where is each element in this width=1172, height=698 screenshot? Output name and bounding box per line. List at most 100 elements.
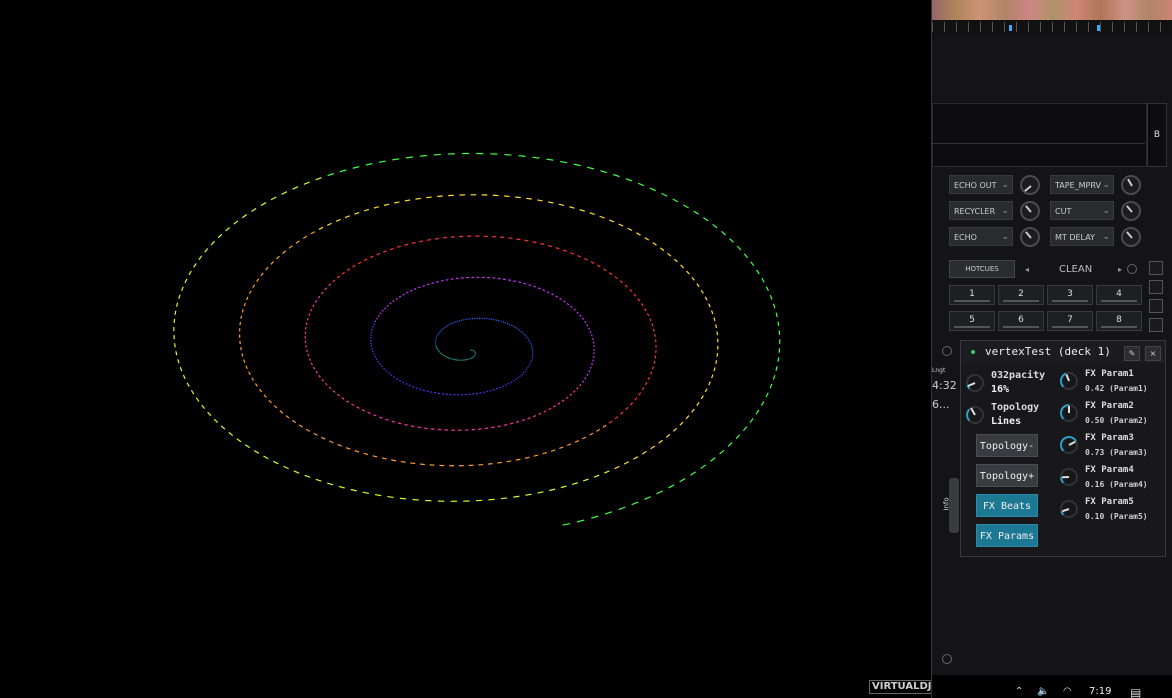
spiral-segment [620, 411, 624, 415]
waveform-overview[interactable] [932, 0, 1172, 36]
fx-param2-knob[interactable] [1059, 403, 1079, 423]
fx-knob[interactable] [1121, 201, 1141, 221]
spiral-segment [760, 401, 765, 407]
fx-slot-label: CUT [1055, 207, 1072, 216]
fx-slot-right-2[interactable]: CUT ⌄ [1050, 201, 1114, 220]
spiral-segment [582, 436, 587, 440]
spiral-segment [306, 349, 308, 353]
spiral-segment [646, 313, 650, 317]
spiral-segment [537, 199, 543, 202]
hotcue-button-4[interactable]: 4 [1096, 285, 1142, 305]
topology-plus-button[interactable]: Topology+ [976, 464, 1038, 487]
taskbar-clock[interactable]: 7:19 [1089, 686, 1111, 697]
settings-dot-icon[interactable] [1127, 264, 1137, 274]
spiral-segment [198, 255, 203, 261]
wifi-icon[interactable]: ◠ [1063, 686, 1072, 697]
hotcue-button-6[interactable]: 6 [998, 311, 1044, 331]
fx-knob[interactable] [1020, 227, 1040, 247]
fx-params-button[interactable]: FX Params [976, 524, 1038, 547]
fx-param1-knob[interactable] [1059, 371, 1079, 391]
spiral-segment [291, 419, 297, 424]
spiral-segment [599, 215, 605, 219]
volume-icon[interactable]: 🔈 [1037, 686, 1049, 697]
spiral-segment [384, 307, 387, 310]
spiral-segment [742, 426, 748, 432]
hotcues-label[interactable]: HOTCUES [949, 260, 1015, 278]
spiral-segment [321, 436, 326, 440]
spiral-segment [332, 390, 336, 393]
right-arrow-icon[interactable]: ▸ [1118, 265, 1122, 274]
hotcue-button-3[interactable]: 3 [1047, 285, 1093, 305]
fx-param4-knob[interactable] [1059, 467, 1079, 487]
fx-slot-right-1[interactable]: TAPE_MPRV ⌄ [1050, 175, 1114, 194]
fx-window-titlebar[interactable]: vertexTest (deck 1) ✎ × [961, 341, 1165, 363]
hotcue-button-8[interactable]: 8 [1096, 311, 1142, 331]
status-dot-icon [971, 350, 975, 354]
fx-slot-left-1[interactable]: ECHO OUT ⌄ [949, 175, 1013, 194]
fx-slot-right-3[interactable]: MT DELAY ⌄ [1050, 227, 1114, 246]
spiral-segment [354, 211, 360, 215]
spiral-segment [361, 409, 366, 412]
spiral-segment [652, 328, 655, 332]
hotcue-button-2[interactable]: 2 [998, 285, 1044, 305]
spiral-segment [383, 250, 387, 253]
fx-knob[interactable] [1020, 175, 1040, 195]
fx-param3-knob[interactable] [1059, 435, 1079, 455]
hotcue-button-7[interactable]: 7 [1047, 311, 1093, 331]
spiral-segment [633, 456, 639, 460]
fx-param5-knob[interactable] [1059, 499, 1079, 519]
topology-knob[interactable] [965, 405, 985, 425]
spiral-segment [176, 302, 179, 307]
spiral-segment [603, 268, 607, 272]
spiral-segment [295, 240, 300, 244]
spiral-segment [649, 187, 657, 192]
pin-icon[interactable]: ✎ [1124, 346, 1140, 361]
spiral-segment [380, 365, 383, 368]
spiral-segment [504, 153, 512, 156]
hotcue-button-5[interactable]: 5 [949, 311, 995, 331]
close-icon[interactable]: × [1145, 346, 1161, 361]
spiral-segment [310, 308, 313, 312]
panel-dot-icon[interactable] [942, 346, 952, 356]
notification-icon[interactable]: ▤ [1130, 686, 1141, 698]
fx-param3-value: 0.73 (Param3) [1085, 448, 1148, 457]
spiral-segment [201, 404, 206, 410]
spiral-segment [379, 312, 382, 315]
side-square-button[interactable] [1149, 318, 1163, 332]
side-square-button[interactable] [1149, 261, 1163, 275]
spiral-segment [292, 186, 299, 190]
spiral-segment [372, 455, 378, 458]
spiral-segment [653, 360, 656, 364]
spiral-segment [385, 418, 389, 421]
side-square-button[interactable] [1149, 299, 1163, 313]
spiral-segment [389, 247, 394, 251]
spiral-segment [220, 425, 226, 430]
fx-knob[interactable] [1121, 227, 1141, 247]
fx-beats-button[interactable]: FX Beats [976, 494, 1038, 517]
spiral-segment [765, 392, 769, 398]
panel-dot-icon[interactable] [942, 654, 952, 664]
spiral-segment [524, 456, 530, 459]
spiral-segment [673, 258, 678, 263]
topology-minus-button[interactable]: Topology- [976, 434, 1038, 457]
fx-param1-value: 0.42 (Param1) [1085, 384, 1148, 393]
fx-knob[interactable] [1020, 201, 1040, 221]
side-square-button[interactable] [1149, 280, 1163, 294]
spiral-segment [720, 230, 726, 236]
info-tab[interactable]: Info [943, 478, 959, 533]
deck-b-label[interactable]: B [1147, 103, 1167, 167]
spiral-segment [691, 276, 695, 281]
chevron-up-icon[interactable]: ⌃ [1015, 686, 1023, 697]
fx-knob[interactable] [1121, 175, 1141, 195]
hotcue-button-1[interactable]: 1 [949, 285, 995, 305]
fx-slot-left-3[interactable]: ECHO ⌄ [949, 227, 1013, 246]
spiral-segment [398, 295, 402, 298]
spiral-segment [213, 418, 219, 423]
spiral-segment [318, 374, 321, 378]
left-arrow-icon[interactable]: ◂ [1025, 265, 1029, 274]
spiral-segment [548, 407, 552, 411]
spiral-segment [381, 457, 387, 460]
spiral-segment [306, 317, 309, 321]
opacity-knob[interactable] [965, 373, 985, 393]
fx-slot-left-2[interactable]: RECYCLER ⌄ [949, 201, 1013, 220]
